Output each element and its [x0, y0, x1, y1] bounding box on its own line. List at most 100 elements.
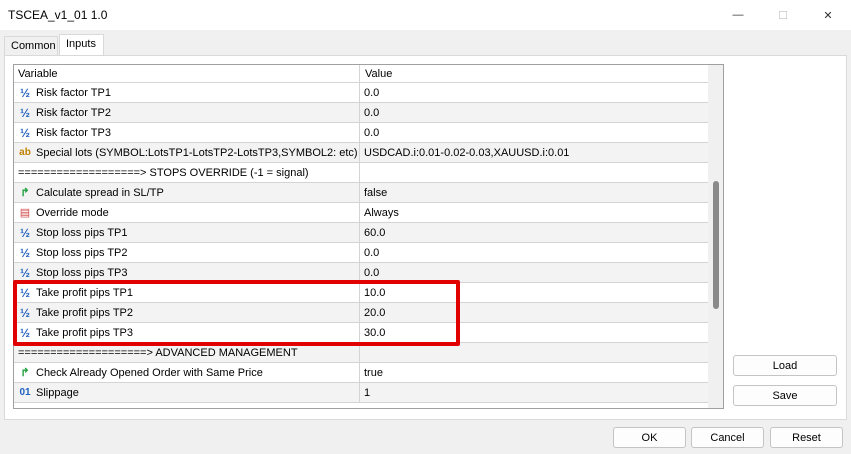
table-row[interactable]: ====================> ADVANCED MANAGEMEN…	[14, 343, 708, 363]
value-cell[interactable]: 0.0	[361, 123, 708, 142]
integer-icon: 01	[19, 386, 31, 398]
variable-label: ====================> ADVANCED MANAGEMEN…	[18, 346, 298, 359]
close-icon: ✕	[823, 9, 833, 22]
fraction-icon: ½	[19, 285, 30, 300]
value-cell[interactable]: 10.0	[361, 283, 708, 302]
value-cell[interactable]: 60.0	[361, 223, 708, 242]
variable-label: ===================> STOPS OVERRIDE (-1 …	[18, 166, 309, 179]
value-cell[interactable]: false	[361, 183, 708, 202]
variable-cell[interactable]: ½ Take profit pips TP2	[14, 303, 360, 322]
title-bar: TSCEA_v1_01 1.0 — ☐ ✕	[0, 0, 851, 30]
minimize-button[interactable]: —	[715, 0, 761, 30]
value-cell[interactable]: 30.0	[361, 323, 708, 342]
table-row[interactable]: ▤ Override mode Always	[14, 203, 708, 223]
maximize-button[interactable]: ☐	[760, 0, 806, 30]
variable-cell[interactable]: ½ Take profit pips TP1	[14, 283, 360, 302]
variable-cell[interactable]: ½ Stop loss pips TP2	[14, 243, 360, 262]
fraction-icon: ½	[19, 265, 30, 280]
table-row[interactable]: ab Special lots (SYMBOL:LotsTP1-LotsTP2-L…	[14, 143, 708, 163]
ok-button[interactable]: OK	[613, 427, 686, 448]
table-row[interactable]: ½ Risk factor TP2 0.0	[14, 103, 708, 123]
variable-cell[interactable]: ½ Stop loss pips TP3	[14, 263, 360, 282]
variable-cell[interactable]: ½ Risk factor TP1	[14, 83, 360, 102]
bool-arrow-icon: ↱	[20, 186, 30, 199]
variable-cell[interactable]: ▤ Override mode	[14, 203, 360, 222]
variable-label: Take profit pips TP3	[36, 326, 134, 339]
scrollbar-thumb[interactable]	[713, 181, 719, 309]
variable-cell[interactable]: ½ Risk factor TP3	[14, 123, 360, 142]
value-cell[interactable]: 0.0	[361, 263, 708, 282]
cancel-button[interactable]: Cancel	[691, 427, 764, 448]
variable-cell[interactable]: ½ Take profit pips TP3	[14, 323, 360, 342]
fraction-icon: ½	[19, 325, 30, 340]
variable-label: Stop loss pips TP3	[36, 266, 128, 279]
value-cell[interactable]: Always	[361, 203, 708, 222]
variable-label: Take profit pips TP1	[36, 286, 134, 299]
variable-label: Override mode	[36, 206, 109, 219]
value-cell[interactable]	[361, 343, 708, 362]
fraction-icon: ½	[19, 125, 30, 140]
minimize-icon: —	[732, 9, 744, 21]
fraction-icon: ½	[19, 85, 30, 100]
variable-cell[interactable]: ½ Stop loss pips TP1	[14, 223, 360, 242]
value-cell[interactable]: 0.0	[361, 83, 708, 102]
value-cell[interactable]: 0.0	[361, 103, 708, 122]
variable-label: Risk factor TP3	[36, 126, 111, 139]
table-row[interactable]: ½ Stop loss pips TP2 0.0	[14, 243, 708, 263]
variable-label: Risk factor TP2	[36, 106, 111, 119]
window-title: TSCEA_v1_01 1.0	[8, 8, 108, 22]
table-row[interactable]: ½ Take profit pips TP3 30.0	[14, 323, 708, 343]
variable-cell[interactable]: ↱ Calculate spread in SL/TP	[14, 183, 360, 202]
table-row[interactable]: 01 Slippage 1	[14, 383, 708, 403]
table-row[interactable]: ½ Risk factor TP1 0.0	[14, 83, 708, 103]
variable-label: Check Already Opened Order with Same Pri…	[36, 366, 263, 379]
enum-icon: ▤	[19, 206, 31, 219]
table-row[interactable]: ½ Stop loss pips TP3 0.0	[14, 263, 708, 283]
variable-cell[interactable]: ====================> ADVANCED MANAGEMEN…	[14, 343, 360, 362]
fraction-icon: ½	[19, 225, 30, 240]
value-cell[interactable]	[361, 163, 708, 182]
column-header-variable[interactable]: Variable	[14, 65, 360, 83]
table-row[interactable]: ===================> STOPS OVERRIDE (-1 …	[14, 163, 708, 183]
save-button[interactable]: Save	[733, 385, 837, 406]
value-cell[interactable]: 0.0	[361, 243, 708, 262]
variable-label: Slippage	[36, 386, 79, 399]
tab-common[interactable]: Common	[4, 36, 58, 56]
value-cell[interactable]: 20.0	[361, 303, 708, 322]
grid-rows: ½ Risk factor TP1 0.0 ½ Risk factor TP2 0.0 ½ R…	[14, 83, 708, 403]
table-row[interactable]: ½ Take profit pips TP2 20.0	[14, 303, 708, 323]
tab-inputs[interactable]: Inputs	[59, 34, 104, 56]
table-row[interactable]: ½ Risk factor TP3 0.0	[14, 123, 708, 143]
table-row[interactable]: ½ Take profit pips TP1 10.0	[14, 283, 708, 303]
variable-label: Take profit pips TP2	[36, 306, 134, 319]
table-row[interactable]: ½ Stop loss pips TP1 60.0	[14, 223, 708, 243]
variable-label: Risk factor TP1	[36, 86, 111, 99]
variable-cell[interactable]: ===================> STOPS OVERRIDE (-1 …	[14, 163, 360, 182]
reset-button[interactable]: Reset	[770, 427, 843, 448]
variable-cell[interactable]: ½ Risk factor TP2	[14, 103, 360, 122]
fraction-icon: ½	[19, 245, 30, 260]
table-row[interactable]: ↱ Calculate spread in SL/TP false	[14, 183, 708, 203]
fraction-icon: ½	[19, 305, 30, 320]
vertical-scrollbar[interactable]	[708, 65, 723, 408]
variable-cell[interactable]: 01 Slippage	[14, 383, 360, 402]
variable-label: Stop loss pips TP2	[36, 246, 128, 259]
variable-label: Calculate spread in SL/TP	[36, 186, 164, 199]
variable-cell[interactable]: ↱ Check Already Opened Order with Same Pr…	[14, 363, 360, 382]
variable-cell[interactable]: ab Special lots (SYMBOL:LotsTP1-LotsTP2-L…	[14, 143, 360, 162]
fraction-icon: ½	[19, 105, 30, 120]
value-cell[interactable]: USDCAD.i:0.01-0.02-0.03,XAUUSD.i:0.01	[361, 143, 708, 162]
value-cell[interactable]: true	[361, 363, 708, 382]
inputs-grid: Variable Value ½ Risk factor TP1 0.0 ½ Risk …	[13, 64, 724, 409]
column-header-value[interactable]: Value	[361, 65, 708, 83]
bool-arrow-icon: ↱	[20, 366, 30, 379]
load-button[interactable]: Load	[733, 355, 837, 376]
maximize-icon: ☐	[778, 9, 788, 22]
value-cell[interactable]: 1	[361, 383, 708, 402]
table-row[interactable]: ↱ Check Already Opened Order with Same Pr…	[14, 363, 708, 383]
text-ab-icon: ab	[19, 146, 31, 158]
grid-header: Variable Value	[14, 65, 708, 83]
close-button[interactable]: ✕	[805, 0, 851, 30]
variable-label: Special lots (SYMBOL:LotsTP1-LotsTP2-Lot…	[36, 146, 358, 159]
variable-label: Stop loss pips TP1	[36, 226, 128, 239]
